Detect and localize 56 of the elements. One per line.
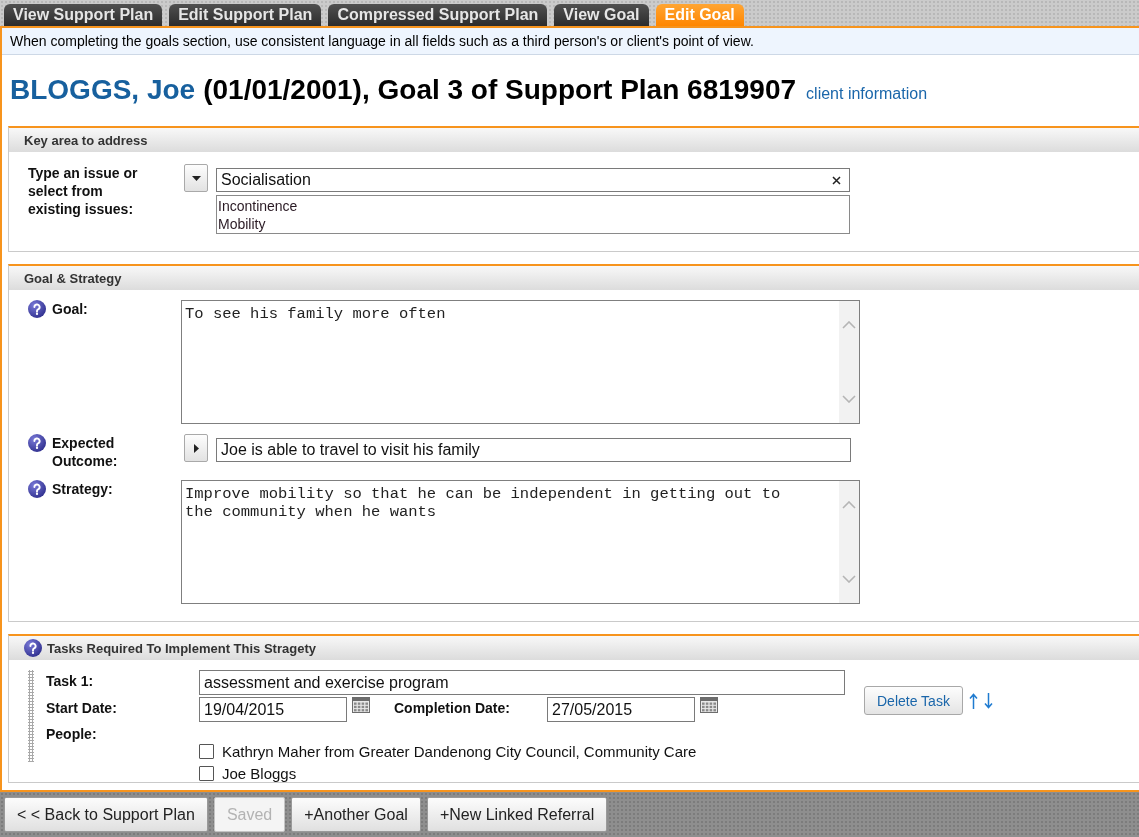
section-title: Key area to address [24,132,148,148]
help-icon[interactable] [28,480,46,498]
tab[interactable]: Edit Support Plan [169,4,322,26]
scrollbar[interactable] [839,481,859,603]
section-title: Tasks Required To Implement This Stragety [47,640,316,656]
field-label: Task 1: [46,672,95,690]
heading-text: (01/01/2001), Goal 3 of Support Plan 6819907 [203,73,797,107]
linked-referral-button[interactable]: +New Linked Referral [426,797,608,832]
text-area[interactable]: Improve mobility so that he can be independent in getting out to the community when he wants [181,480,860,604]
person-label: Kathryn Maher from Greater Dandenong City Council, Community Care [222,743,697,760]
help-icon[interactable] [28,300,46,318]
field-label: People: [46,725,98,743]
checkbox[interactable] [199,744,214,759]
caret-icon [193,443,199,453]
person-label: Joe Bloggs [222,765,297,782]
suggestion-item[interactable]: Mobility [218,215,266,233]
caret-icon [191,175,201,181]
date-input[interactable]: 19/04/2015 [199,697,347,722]
notice-banner: When completing the goals section, use consistent language in all fields such as a third person's or client's point of view. [2,26,1139,55]
field-label: Expected Outcome: [52,434,119,470]
task-input[interactable]: assessment and exercise program [199,670,845,695]
text-area[interactable]: To see his family more often [181,300,860,424]
section-title: Goal & Strategy [24,270,122,286]
calendar-icon[interactable] [352,697,370,713]
add-goal-button[interactable]: +Another Goal [291,797,421,832]
dropdown-button[interactable] [184,164,208,192]
issue-input[interactable]: Socialisation [216,168,850,192]
chevron-down-icon [842,395,856,403]
field-label: Strategy: [52,480,113,498]
delete-task-button[interactable]: Delete Task [864,686,963,715]
up-arrow-icon[interactable] [968,692,978,709]
field-label: Type an issue or select from existing issues: [28,164,139,218]
help-icon[interactable] [24,639,42,657]
tab[interactable]: View Goal [554,4,649,26]
clear-icon[interactable] [832,175,841,185]
client-information-link[interactable]: client information [806,77,928,111]
field-label: Goal: [52,300,88,318]
calendar-icon[interactable] [700,697,718,713]
chevron-up-icon [842,501,856,509]
scrollbar[interactable] [839,301,859,423]
field-label: Completion Date: [394,699,511,717]
chevron-down-icon [842,575,856,583]
text-input[interactable]: Joe is able to travel to visit his family [216,438,851,462]
back-button[interactable]: < < Back to Support Plan [4,797,208,832]
date-input[interactable]: 27/05/2015 [547,697,695,722]
checkbox[interactable] [199,766,214,781]
suggestion-item[interactable]: Incontinence [218,197,298,215]
chevron-up-icon [842,321,856,329]
help-icon[interactable] [28,434,46,452]
picker-button[interactable] [184,434,208,462]
tab[interactable]: Compressed Support Plan [328,4,548,26]
tab[interactable]: View Support Plan [4,4,163,26]
client-name: BLOGGS, Joe [10,73,196,107]
down-arrow-icon[interactable] [983,692,993,709]
drag-handle[interactable] [28,670,34,762]
field-label: Start Date: [46,699,118,717]
